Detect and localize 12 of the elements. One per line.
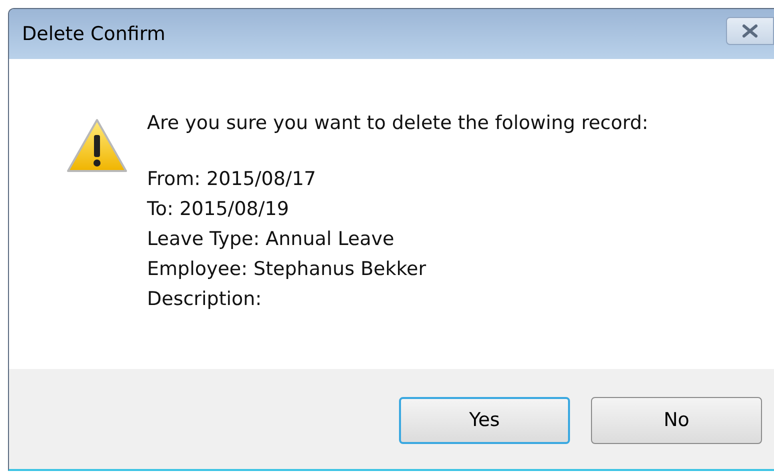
detail-line: To: 2015/08/19 <box>147 197 290 222</box>
detail-line: Description: <box>147 287 263 312</box>
dialog-button[interactable]: Yes <box>399 397 570 444</box>
window-title: Delete Confirm <box>22 22 166 47</box>
detail-line: Leave Type: Annual Leave <box>147 227 396 252</box>
detail-line: From: 2015/08/17 <box>147 167 318 192</box>
close-button[interactable] <box>726 17 774 45</box>
warning-icon <box>66 118 128 174</box>
close-icon <box>741 24 759 38</box>
dialog-button[interactable]: No <box>591 397 762 444</box>
detail-line: Employee: Stephanus Bekker <box>147 257 428 282</box>
confirm-message: Are you sure you want to delete the folowing record: <box>147 111 648 136</box>
